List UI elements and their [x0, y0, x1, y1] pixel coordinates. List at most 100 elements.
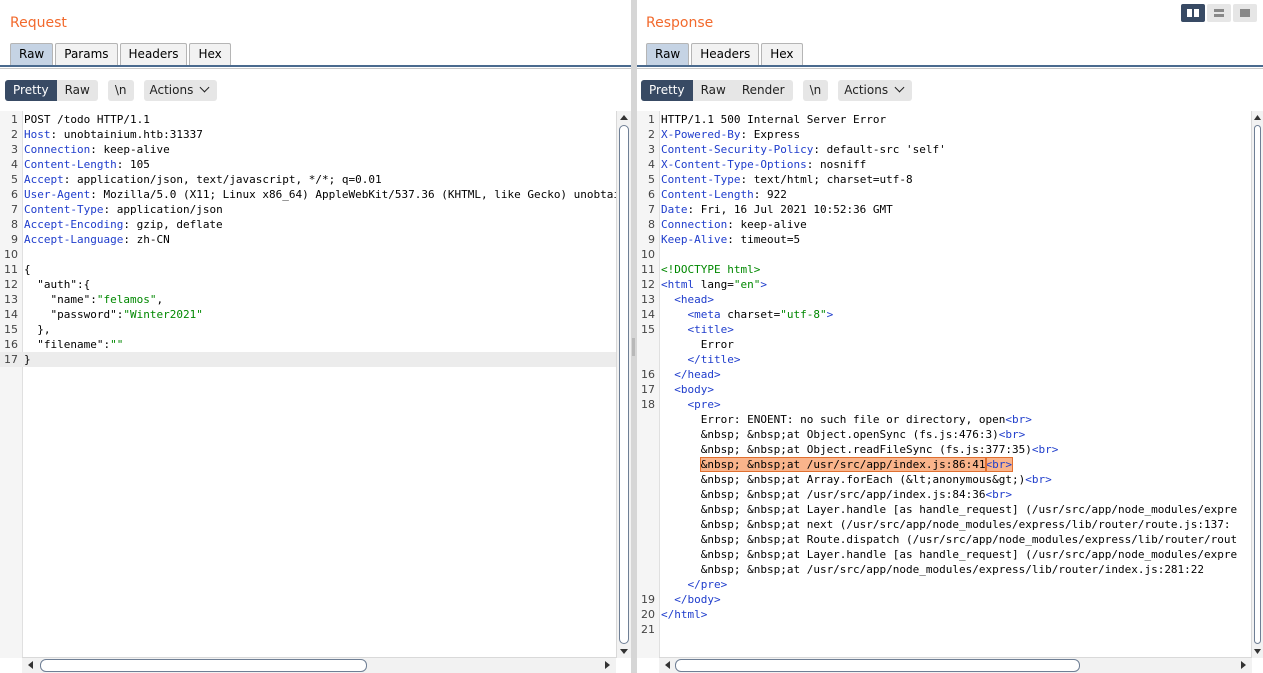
line-number: 6: [648, 188, 655, 201]
scrollbar-thumb[interactable]: [40, 659, 367, 672]
code-token: "utf-8": [780, 308, 827, 321]
scrollbar-thumb[interactable]: [619, 125, 629, 644]
line-number: 16: [641, 368, 655, 381]
code-line: 10: [0, 247, 616, 262]
newline-toggle-button[interactable]: \n: [802, 79, 829, 101]
code-line: 1 POST /todo HTTP/1.1: [0, 112, 616, 127]
pretty-button[interactable]: Pretty: [641, 79, 693, 101]
tab-raw[interactable]: Raw: [10, 43, 54, 65]
line-text: Connection: keep-alive: [661, 217, 807, 232]
line-number: 17: [641, 383, 655, 396]
code-token: </head>: [674, 368, 721, 381]
pretty-button[interactable]: Pretty: [5, 79, 57, 101]
line-number: 9: [648, 233, 655, 246]
code-token: : gzip, deflate: [123, 218, 223, 231]
code-line: &nbsp; &nbsp;at /usr/src/app/index.js:86…: [637, 457, 1252, 472]
render-button[interactable]: Render: [734, 80, 793, 101]
code-line: 1 HTTP/1.1 500 Internal Server Error: [637, 112, 1252, 127]
tab-headers[interactable]: Headers: [119, 43, 188, 65]
code-line: 4 Content-Length: 105: [0, 157, 616, 172]
line-number: 9: [11, 233, 18, 246]
line-text: X-Powered-By: Express: [661, 127, 800, 142]
line-text: Accept-Language: zh-CN: [24, 232, 170, 247]
code-token: : timeout=5: [727, 233, 801, 246]
chevron-down-icon: [894, 82, 905, 92]
newline-toggle-button[interactable]: \n: [107, 79, 134, 101]
code-line: &nbsp; &nbsp;at Array.forEach (&lt;anony…: [637, 472, 1252, 487]
code-token: "filename":: [24, 338, 111, 351]
code-token: Error: [661, 338, 734, 351]
code-token: </html>: [661, 608, 708, 621]
code-line: Error: ENOENT: no such file or directory…: [637, 412, 1252, 427]
code-token: <head>: [674, 293, 714, 306]
line-text: <head>: [661, 292, 714, 307]
scroll-up-arrow-icon[interactable]: [617, 111, 631, 125]
line-number: 3: [648, 143, 655, 156]
layout-buttons: [1179, 4, 1257, 22]
code-line: 8 Accept-Encoding: gzip, deflate: [0, 217, 616, 232]
line-text: "password":"Winter2021": [24, 307, 202, 322]
vertical-scrollbar[interactable]: [616, 111, 631, 658]
code-line: 21: [637, 622, 1252, 637]
line-number: 14: [4, 308, 18, 321]
line-text: Content-Length: 105: [24, 157, 150, 172]
scrollbar-thumb[interactable]: [1254, 125, 1261, 644]
actions-dropdown[interactable]: Actions: [143, 79, 218, 101]
line-text: </head>: [661, 367, 721, 382]
tab-hex[interactable]: Hex: [761, 43, 803, 65]
request-tabs: Raw Params Headers Hex: [10, 43, 233, 65]
code-token: Keep-Alive: [661, 233, 728, 246]
horizontal-scrollbar[interactable]: [22, 657, 616, 673]
raw-button[interactable]: Raw: [57, 80, 98, 101]
code-token: "auth":{: [24, 278, 91, 291]
actions-label: Actions: [149, 82, 194, 97]
line-text: }: [24, 352, 31, 367]
line-text: <html lang="en">: [661, 277, 767, 292]
scrollbar-thumb[interactable]: [675, 659, 1080, 672]
split-vertical-icon[interactable]: [1207, 4, 1231, 22]
scroll-down-arrow-icon[interactable]: [617, 644, 631, 658]
request-code[interactable]: 1 POST /todo HTTP/1.1 2 Host: unobtainium.h…: [0, 112, 616, 367]
single-pane-icon[interactable]: [1233, 4, 1257, 22]
tab-headers[interactable]: Headers: [691, 43, 760, 65]
scroll-left-arrow-icon[interactable]: [24, 658, 38, 672]
code-token: : unobtainium.htb:31337: [50, 128, 203, 141]
tab-raw[interactable]: Raw: [646, 43, 690, 65]
code-line: 12 <html lang="en">: [637, 277, 1252, 292]
horizontal-scrollbar[interactable]: [659, 657, 1252, 673]
tab-hex[interactable]: Hex: [189, 43, 231, 65]
code-token: charset=: [720, 308, 781, 321]
view-mode-toggle: Pretty Raw: [5, 79, 98, 101]
scroll-right-arrow-icon[interactable]: [1236, 658, 1250, 672]
actions-dropdown[interactable]: Actions: [838, 79, 913, 101]
code-line: 11 <!DOCTYPE html>: [637, 262, 1252, 277]
splitter-grip[interactable]: [632, 338, 635, 356]
code-line: &nbsp; &nbsp;at /usr/src/app/index.js:84…: [637, 487, 1252, 502]
code-token: Connection: [661, 218, 728, 231]
code-line: 14 <meta charset="utf-8">: [637, 307, 1252, 322]
scroll-right-arrow-icon[interactable]: [600, 658, 614, 672]
scroll-up-arrow-icon[interactable]: [1252, 111, 1263, 125]
code-line: 19 </body>: [637, 592, 1252, 607]
tab-params[interactable]: Params: [55, 43, 118, 65]
code-token: <br>: [985, 488, 1013, 501]
code-token: : 922: [753, 188, 787, 201]
code-line: 5 Accept: application/json, text/javascri…: [0, 172, 616, 187]
line-text: &nbsp; &nbsp;at /usr/src/app/node_module…: [661, 562, 1204, 577]
vertical-scrollbar[interactable]: [1251, 111, 1263, 658]
raw-button[interactable]: Raw: [693, 80, 734, 101]
line-text: Accept: application/json, text/javascrip…: [24, 172, 382, 187]
request-editor[interactable]: 1 POST /todo HTTP/1.1 2 Host: unobtainium.h…: [0, 111, 616, 658]
scroll-down-arrow-icon[interactable]: [1252, 644, 1263, 658]
code-line: 7 Content-Type: application/json: [0, 202, 616, 217]
code-line: 9 Keep-Alive: timeout=5: [637, 232, 1252, 247]
response-code[interactable]: 1 HTTP/1.1 500 Internal Server Error 2 X-Po…: [637, 112, 1252, 637]
line-text: },: [24, 322, 50, 337]
response-editor[interactable]: 1 HTTP/1.1 500 Internal Server Error 2 X-Po…: [637, 111, 1252, 658]
code-line: 15 <title>: [637, 322, 1252, 337]
scroll-left-arrow-icon[interactable]: [661, 658, 675, 672]
split-horizontal-icon[interactable]: [1181, 4, 1205, 22]
